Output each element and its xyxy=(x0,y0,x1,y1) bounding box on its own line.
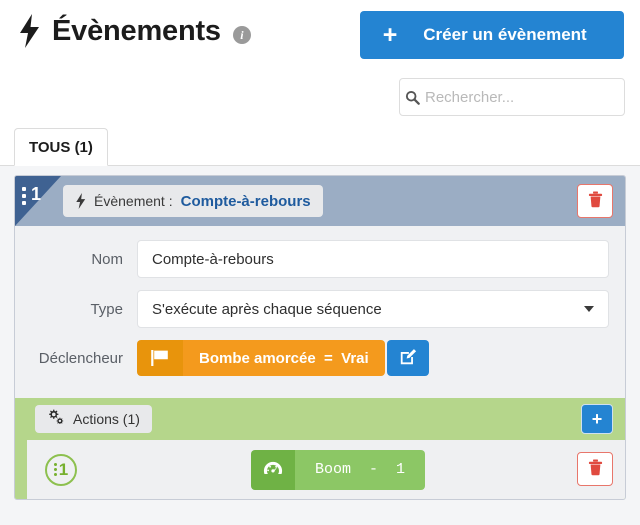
bolt-icon xyxy=(18,14,40,48)
form-row-type: Type S'exécute après chaque séquence xyxy=(15,290,625,328)
plus-icon: + xyxy=(382,20,398,49)
event-pill-label: Évènement : xyxy=(94,193,173,209)
nom-input-value: Compte-à-rebours xyxy=(152,250,274,268)
form-row-nom: Nom Compte-à-rebours xyxy=(15,240,625,278)
tab-tous[interactable]: TOUS (1) xyxy=(14,128,108,166)
delete-event-button[interactable] xyxy=(577,184,613,218)
trigger-condition-text: Bombe amorcée = Vrai xyxy=(183,340,385,376)
nom-label: Nom xyxy=(91,250,123,268)
add-action-button[interactable]: + xyxy=(581,404,613,434)
action-pill-text: Boom - 1 xyxy=(295,449,426,490)
page-title: Évènements xyxy=(52,15,221,47)
title-row: Évènements i xyxy=(18,14,251,48)
delete-action-button[interactable] xyxy=(577,452,613,486)
actions-bar: Actions (1) + xyxy=(15,398,625,440)
cogs-icon xyxy=(47,409,64,429)
bolt-icon xyxy=(75,193,86,209)
action-pill[interactable]: Boom - 1 xyxy=(251,449,426,490)
info-icon[interactable]: i xyxy=(232,26,251,44)
event-pill-value: Compte-à-rebours xyxy=(180,192,311,210)
gauge-icon xyxy=(251,449,295,490)
search-box[interactable] xyxy=(399,78,625,116)
drag-dots-icon[interactable] xyxy=(22,187,26,205)
trash-icon xyxy=(588,191,603,211)
type-select-value: S'exécute après chaque séquence xyxy=(152,300,382,318)
form-row-declencheur: Déclencheur Bombe amorcée = Vrai xyxy=(15,340,625,376)
action-order-badge[interactable]: 1 xyxy=(45,453,77,486)
nom-input[interactable]: Compte-à-rebours xyxy=(137,240,609,278)
plus-icon: + xyxy=(591,409,603,429)
event-title-pill[interactable]: Évènement : Compte-à-rebours xyxy=(63,185,323,217)
drag-dots-icon[interactable] xyxy=(53,463,57,476)
actions-label: Actions (1) xyxy=(73,411,140,427)
event-card: 1 Évènement : Compte-à-rebours Nom Compt… xyxy=(14,175,626,500)
action-row-inner: 1 Boom - 1 xyxy=(27,440,625,499)
trash-icon xyxy=(588,459,603,479)
event-order-badge[interactable]: 1 xyxy=(15,176,61,226)
action-row: 1 Boom - 1 xyxy=(15,440,625,499)
type-select[interactable]: S'exécute après chaque séquence xyxy=(137,290,609,328)
declencheur-label: Déclencheur xyxy=(38,349,123,367)
tab-tous-label: TOUS (1) xyxy=(29,138,93,156)
page-header: Évènements i + Créer un évènement xyxy=(0,0,640,128)
type-label: Type xyxy=(90,300,123,318)
create-event-label: Créer un évènement xyxy=(423,25,587,44)
event-card-body: Nom Compte-à-rebours Type S'exécute aprè… xyxy=(15,226,625,398)
search-input[interactable] xyxy=(425,88,624,106)
event-number: 1 xyxy=(31,184,42,204)
search-icon xyxy=(400,90,425,105)
action-number: 1 xyxy=(58,459,69,479)
trigger-condition-pill[interactable]: Bombe amorcée = Vrai xyxy=(137,340,385,376)
flag-icon xyxy=(137,340,183,376)
chevron-down-icon xyxy=(584,306,594,312)
event-card-header: 1 Évènement : Compte-à-rebours xyxy=(15,176,625,226)
edit-trigger-button[interactable] xyxy=(386,340,429,376)
edit-icon xyxy=(399,348,417,369)
tab-bar: TOUS (1) xyxy=(0,128,640,166)
create-event-button[interactable]: + Créer un évènement xyxy=(360,11,624,59)
workspace: 1 Évènement : Compte-à-rebours Nom Compt… xyxy=(0,166,640,525)
actions-toggle-pill[interactable]: Actions (1) xyxy=(35,405,152,433)
